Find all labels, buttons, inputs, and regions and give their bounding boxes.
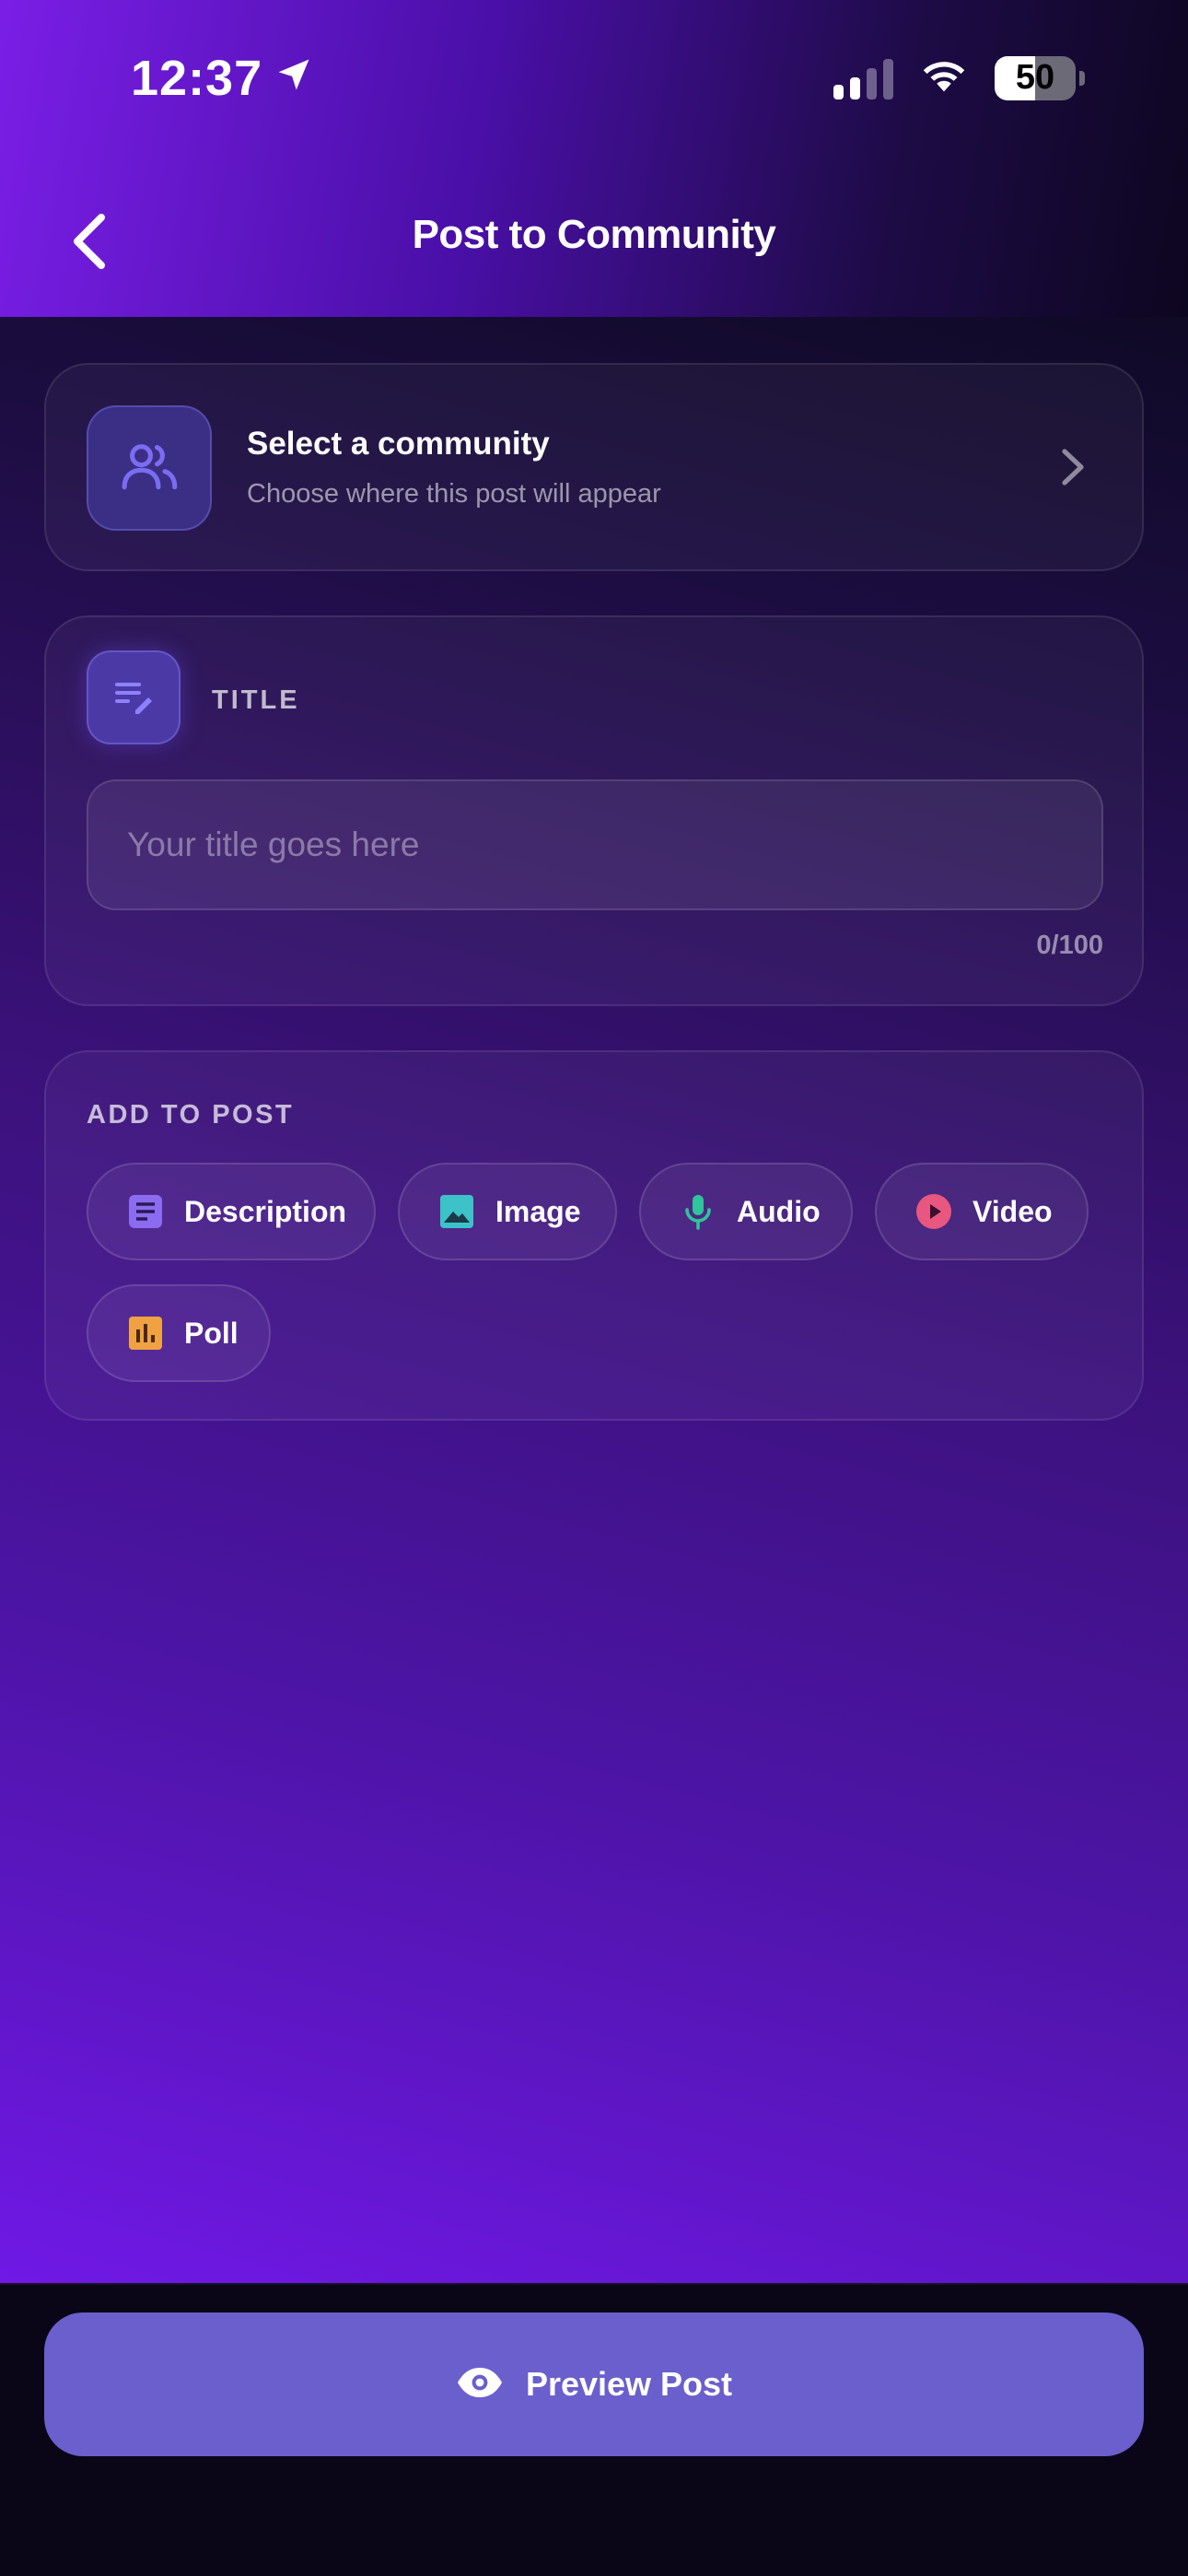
wifi-icon [917, 55, 971, 100]
image-icon [438, 1193, 475, 1230]
battery-icon: 50 [995, 55, 1076, 100]
title-label: TITLE [212, 685, 300, 715]
status-bar: 12:37 50 [0, 0, 1188, 166]
bottom-action-bar: Preview Post [0, 2283, 1188, 2576]
header: 12:37 50 Post to Community [0, 0, 1188, 317]
chip-label: Audio [737, 1194, 821, 1228]
add-video-chip[interactable]: Video [875, 1163, 1089, 1260]
clock: 12:37 [131, 51, 263, 106]
location-arrow-icon [274, 50, 314, 107]
chip-label: Image [495, 1194, 581, 1228]
battery-percentage: 50 [1015, 58, 1055, 97]
play-icon [915, 1193, 952, 1230]
chip-label: Description [184, 1194, 347, 1228]
poll-icon [127, 1315, 164, 1352]
status-indicators: 50 [833, 55, 1085, 100]
eye-icon [456, 2366, 504, 2404]
cellular-signal-icon [833, 57, 893, 100]
community-icon-tile [87, 405, 212, 531]
title-section: TITLE 0/100 [44, 615, 1144, 1006]
add-image-chip[interactable]: Image [398, 1163, 617, 1260]
edit-text-icon [111, 673, 156, 722]
navigation-bar: Post to Community [0, 184, 1188, 295]
character-counter: 0/100 [1036, 931, 1103, 960]
preview-post-label: Preview Post [525, 2365, 733, 2403]
community-selector[interactable]: Select a community Choose where this pos… [44, 363, 1144, 571]
page-title: Post to Community [412, 212, 776, 257]
community-title: Select a community [247, 426, 550, 462]
title-icon-tile [87, 650, 181, 744]
battery-tip [1079, 70, 1085, 86]
preview-post-button[interactable]: Preview Post [44, 2313, 1144, 2456]
status-time: 12:37 [131, 50, 314, 107]
microphone-icon [680, 1193, 716, 1230]
chevron-right-icon [1050, 444, 1096, 490]
add-description-chip[interactable]: Description [87, 1163, 376, 1260]
community-subtitle: Choose where this post will appear [247, 479, 661, 509]
add-audio-chip[interactable]: Audio [639, 1163, 853, 1260]
add-poll-chip[interactable]: Poll [87, 1284, 271, 1382]
title-input[interactable] [87, 779, 1103, 910]
users-icon [118, 435, 181, 502]
chip-label: Video [973, 1194, 1053, 1228]
add-to-post-label: ADD TO POST [87, 1100, 295, 1130]
chip-label: Poll [184, 1316, 239, 1350]
add-to-post-section: ADD TO POST Description Image Audio Vide… [44, 1050, 1144, 1421]
description-icon [127, 1193, 164, 1230]
